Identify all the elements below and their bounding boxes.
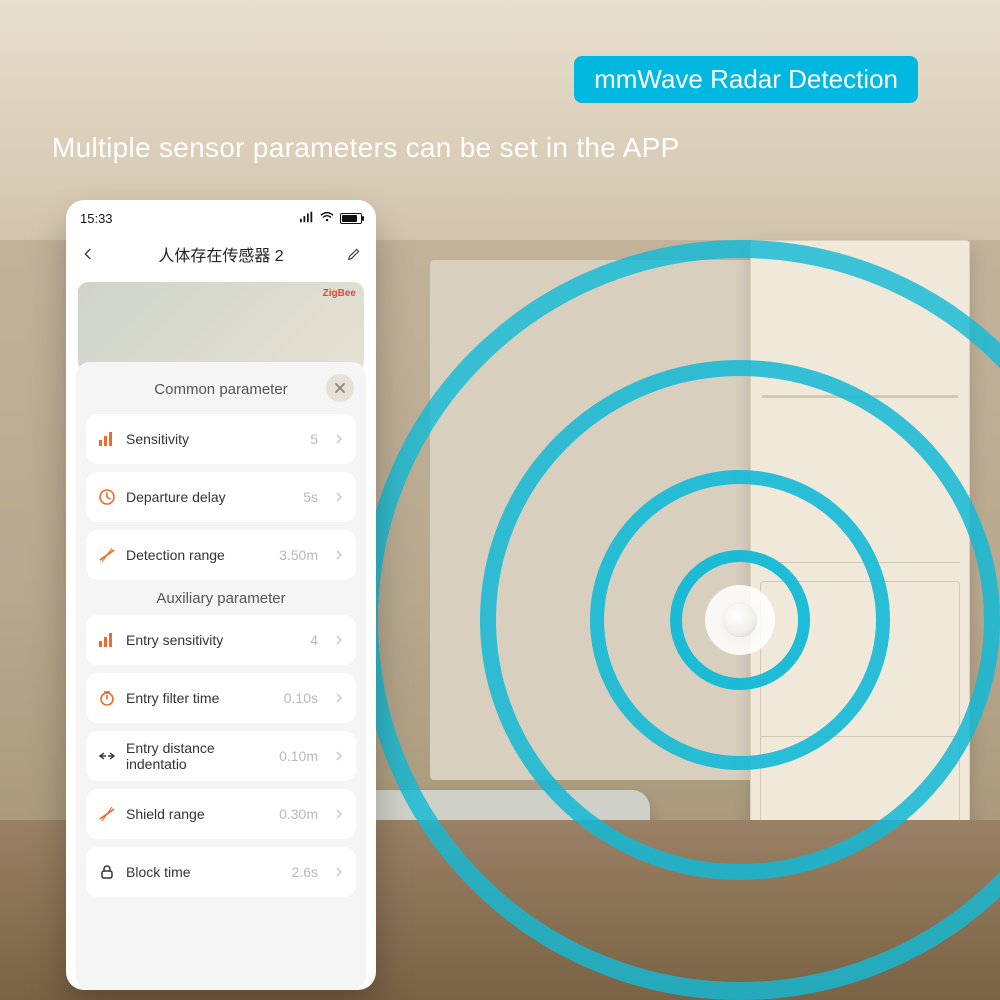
- row-value: 2.6s: [292, 864, 318, 880]
- row-label: Entry distance indentatio: [126, 740, 269, 772]
- app-nav: 人体存在传感器 2: [66, 236, 376, 276]
- row-value: 0.10s: [284, 690, 318, 706]
- row-value: 5: [310, 431, 318, 447]
- headline: Multiple sensor parameters can be set in…: [52, 132, 680, 164]
- row-label: Block time: [126, 864, 282, 880]
- wifi-icon: [320, 211, 334, 226]
- shield-icon: [98, 805, 116, 823]
- distance-icon: [98, 747, 116, 765]
- chevron-right-icon: [334, 748, 344, 764]
- close-button[interactable]: [326, 374, 354, 402]
- row-label: Sensitivity: [126, 431, 300, 447]
- bars-icon: [98, 430, 116, 448]
- phone-mockup: 15:33 人体存在传感器 2 ZigBee Common parameter …: [66, 200, 376, 990]
- row-entry-filter-time[interactable]: Entry filter time 0.10s: [86, 673, 356, 723]
- chevron-right-icon: [334, 632, 344, 648]
- row-value: 3.50m: [279, 547, 318, 563]
- chevron-right-icon: [334, 547, 344, 563]
- row-label: Shield range: [126, 806, 269, 822]
- row-departure-delay[interactable]: Departure delay 5s: [86, 472, 356, 522]
- row-value: 4: [310, 632, 318, 648]
- row-entry-distance[interactable]: Entry distance indentatio 0.10m: [86, 731, 356, 781]
- chevron-right-icon: [334, 690, 344, 706]
- row-value: 0.30m: [279, 806, 318, 822]
- edit-button[interactable]: [346, 246, 362, 262]
- row-value: 5s: [303, 489, 318, 505]
- chevron-right-icon: [334, 864, 344, 880]
- chevron-right-icon: [334, 489, 344, 505]
- chevron-right-icon: [334, 431, 344, 447]
- zigbee-logo: ZigBee: [323, 288, 356, 299]
- row-block-time[interactable]: Block time 2.6s: [86, 847, 356, 897]
- badge-mmwave: mmWave Radar Detection: [574, 56, 918, 103]
- row-label: Entry sensitivity: [126, 632, 300, 648]
- battery-icon: [340, 213, 362, 224]
- bars-icon: [98, 631, 116, 649]
- row-detection-range[interactable]: Detection range 3.50m: [86, 530, 356, 580]
- clock-icon: [98, 488, 116, 506]
- range-icon: [98, 546, 116, 564]
- row-label: Detection range: [126, 547, 269, 563]
- status-time: 15:33: [80, 211, 113, 226]
- row-label: Departure delay: [126, 489, 293, 505]
- chevron-right-icon: [334, 806, 344, 822]
- app-title: 人体存在传感器 2: [158, 242, 283, 266]
- lock-icon: [98, 863, 116, 881]
- row-value: 0.10m: [279, 748, 318, 764]
- row-sensitivity[interactable]: Sensitivity 5: [86, 414, 356, 464]
- back-button[interactable]: [80, 246, 96, 262]
- status-bar: 15:33: [66, 200, 376, 236]
- hero-image: ZigBee: [78, 282, 364, 372]
- section-aux: Auxiliary parameter: [86, 590, 356, 607]
- row-label: Entry filter time: [126, 690, 274, 706]
- row-entry-sensitivity[interactable]: Entry sensitivity 4: [86, 615, 356, 665]
- settings-sheet: Common parameter Sensitivity 5 Departure…: [76, 362, 366, 990]
- timer-icon: [98, 689, 116, 707]
- row-shield-range[interactable]: Shield range 0.30m: [86, 789, 356, 839]
- section-common: Common parameter: [154, 381, 287, 398]
- signal-icon: [300, 211, 314, 226]
